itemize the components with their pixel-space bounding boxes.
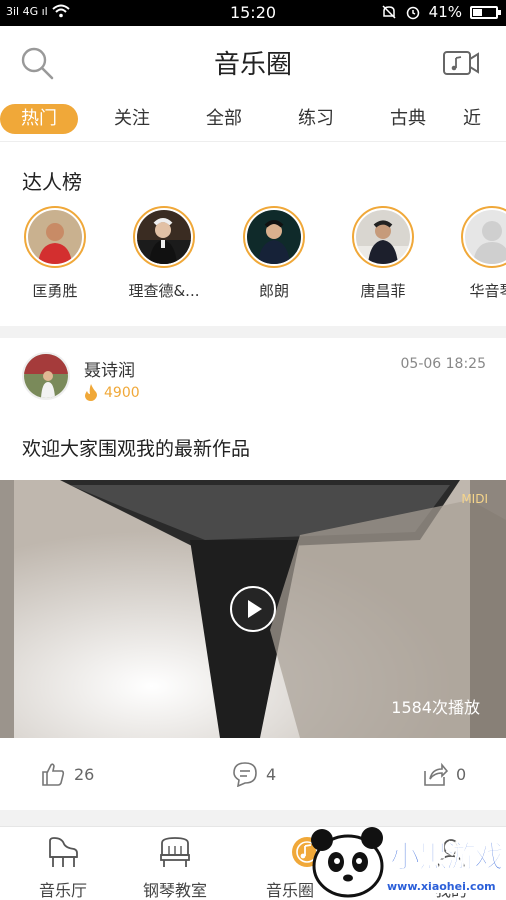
like-count: 26	[74, 764, 95, 784]
flame-icon	[85, 384, 97, 401]
header: 音乐圈	[0, 26, 506, 96]
like-button[interactable]: 26	[40, 761, 94, 787]
play-icon	[248, 600, 262, 618]
talent-name: 匡勇胜	[32, 282, 78, 300]
status-right: 41%	[381, 3, 501, 21]
share-icon	[424, 762, 448, 786]
category-tabs: 热门 关注 全部 练习 古典 近	[0, 96, 506, 142]
avatar[interactable]	[243, 206, 305, 268]
talent-name: 理查德&...	[128, 282, 200, 300]
play-button[interactable]	[230, 586, 276, 632]
avatar[interactable]	[461, 206, 506, 268]
avatar[interactable]	[24, 206, 86, 268]
talent-ranking: 达人榜 匡勇胜 理查德&... 郎朗 唐昌菲 华音	[0, 142, 506, 326]
grand-piano-icon	[49, 837, 78, 867]
talent-item[interactable]: 匡勇胜	[5, 206, 105, 301]
panda-icon	[311, 827, 384, 898]
video-thumbnail[interactable]: MIDI 1584次播放	[0, 480, 506, 738]
nav-label: 音乐厅	[38, 881, 87, 900]
tab-all[interactable]: 全部	[186, 104, 262, 134]
watermark-url: www.xiaohei.com	[384, 880, 499, 893]
talent-name: 华音琴	[469, 282, 506, 300]
app-screen: 3il 4G ıl 15:20 41% 音乐圈 热门 关注 全部 练习 古典 近…	[0, 0, 506, 900]
share-button[interactable]: 0	[422, 761, 466, 787]
post-author[interactable]: 聂诗润	[84, 356, 135, 381]
post-card: 聂诗润 4900 05-06 18:25 欢迎大家围观我的最新作品 MIDI 1…	[0, 338, 506, 810]
avatar[interactable]	[352, 206, 414, 268]
post-score: 4900	[84, 384, 140, 401]
tab-hot[interactable]: 热门	[0, 103, 78, 134]
watermark-text: 小黑游戏	[390, 840, 505, 876]
alarm-icon	[406, 6, 419, 20]
watermark-logo: 小黑游戏 www.xiaohei.com	[306, 824, 506, 900]
talent-item[interactable]: 华音琴	[442, 206, 506, 301]
avatar[interactable]	[22, 352, 70, 400]
post-text: 欢迎大家围观我的最新作品	[22, 438, 251, 460]
nav-label: 钢琴教室	[142, 881, 207, 900]
record-video-icon[interactable]	[442, 48, 480, 78]
comment-count: 4	[266, 764, 277, 784]
post-time: 05-06 18:25	[400, 356, 486, 372]
play-count: 1584次播放	[391, 698, 480, 717]
talent-name: 郎朗	[258, 282, 289, 300]
nav-concert-hall[interactable]: 音乐厅	[8, 835, 118, 900]
tab-recent[interactable]: 近	[452, 104, 492, 134]
mute-icon	[382, 5, 396, 19]
comment-button[interactable]: 4	[232, 761, 276, 787]
battery-percent: 41%	[428, 3, 462, 21]
talent-item[interactable]: 唐昌菲	[333, 206, 433, 301]
talent-item[interactable]: 理查德&...	[114, 206, 214, 301]
status-bar: 3il 4G ıl 15:20 41%	[0, 0, 506, 26]
talent-item[interactable]: 郎朗	[224, 206, 324, 301]
avatar[interactable]	[133, 206, 195, 268]
page-title: 音乐圈	[213, 50, 292, 80]
share-count: 0	[456, 764, 467, 784]
battery-fill	[473, 8, 482, 16]
thumbs-up-icon	[42, 763, 65, 786]
bottom-nav: 音乐厅 钢琴教室 音乐圈 小黑游戏 www.xiaohei.com	[0, 826, 506, 900]
tab-follow[interactable]: 关注	[94, 104, 170, 134]
tab-practice[interactable]: 练习	[278, 104, 354, 134]
battery-icon	[470, 5, 501, 19]
nav-piano-class[interactable]: 钢琴教室	[120, 835, 230, 900]
upright-piano-icon	[160, 837, 190, 867]
score-value: 4900	[104, 384, 140, 401]
talent-title: 达人榜	[22, 170, 82, 194]
talent-name: 唐昌菲	[360, 282, 406, 300]
midi-tag: MIDI	[461, 492, 488, 506]
tab-classical[interactable]: 古典	[370, 104, 446, 134]
post-actions: 26 4 0	[0, 738, 506, 810]
comment-icon	[233, 762, 257, 787]
